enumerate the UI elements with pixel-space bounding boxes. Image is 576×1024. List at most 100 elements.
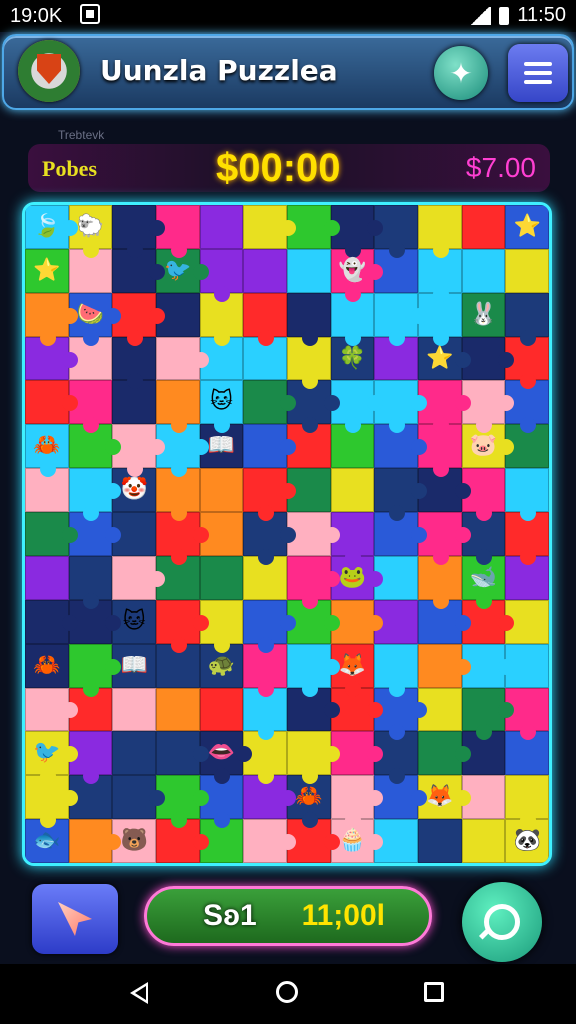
- puzzle-piece[interactable]: [243, 424, 296, 469]
- piece-picture-icon: 👄: [207, 740, 236, 766]
- puzzle-piece[interactable]: [25, 292, 78, 346]
- puzzle-piece[interactable]: [112, 775, 165, 820]
- menu-line: [524, 80, 552, 84]
- puzzle-piece[interactable]: [461, 205, 506, 249]
- puzzle-piece[interactable]: [156, 380, 200, 434]
- status-time: 19:0K: [10, 5, 63, 27]
- puzzle-knob: [389, 329, 406, 346]
- piece-picture-icon: 🦊: [338, 652, 367, 678]
- home-icon[interactable]: [276, 981, 298, 1003]
- puzzle-knob: [454, 483, 471, 500]
- puzzle-piece[interactable]: [287, 555, 340, 609]
- puzzle-knob: [279, 614, 296, 631]
- puzzle-piece[interactable]: [505, 248, 549, 293]
- puzzle-knob: [454, 395, 471, 412]
- puzzle-piece[interactable]: [156, 687, 200, 732]
- puzzle-piece[interactable]: [112, 731, 156, 776]
- puzzle-piece[interactable]: [243, 292, 287, 346]
- puzzle-piece[interactable]: [243, 380, 296, 425]
- puzzle-piece[interactable]: [156, 599, 209, 653]
- puzzle-knob: [410, 483, 427, 500]
- puzzle-piece[interactable]: [287, 292, 331, 346]
- piece-picture-icon: 🐢: [207, 652, 236, 678]
- hint-button[interactable]: [32, 884, 118, 954]
- puzzle-piece[interactable]: [461, 687, 515, 741]
- puzzle-piece[interactable]: [25, 555, 69, 600]
- puzzle-piece[interactable]: [156, 336, 209, 381]
- shield-logo-icon: [18, 40, 80, 102]
- puzzle-piece[interactable]: [418, 205, 462, 258]
- puzzle-piece[interactable]: [243, 248, 287, 293]
- search-icon: [484, 904, 520, 940]
- puzzle-piece[interactable]: [156, 731, 209, 776]
- puzzle-piece[interactable]: [243, 468, 296, 522]
- puzzle-knob: [170, 548, 187, 565]
- puzzle-piece[interactable]: [199, 687, 244, 732]
- puzzle-piece[interactable]: [112, 555, 165, 600]
- puzzle-piece[interactable]: [418, 731, 471, 776]
- search-button[interactable]: [462, 882, 542, 962]
- puzzle-piece[interactable]: [243, 205, 296, 249]
- puzzle-piece[interactable]: [330, 775, 384, 829]
- piece-picture-icon: 🍃: [33, 213, 61, 239]
- faint-label: Trebtevk: [58, 128, 105, 142]
- puzzle-knob: [410, 526, 427, 543]
- timer-pill: Sʚ1 11;00l: [144, 886, 432, 946]
- puzzle-piece[interactable]: [374, 468, 427, 522]
- navigation-bar: [0, 964, 576, 1024]
- piece-picture-icon: 🍀: [338, 345, 367, 371]
- recent-apps-icon[interactable]: [424, 982, 444, 1002]
- piece-picture-icon: 🐸: [338, 564, 367, 590]
- puzzle-piece[interactable]: [112, 687, 156, 732]
- menu-button[interactable]: [508, 44, 568, 102]
- puzzle-piece[interactable]: [199, 468, 244, 513]
- puzzle-piece[interactable]: [68, 555, 113, 609]
- score-label: Pobes: [42, 156, 97, 181]
- puzzle-knob: [279, 483, 296, 500]
- puzzle-piece[interactable]: [461, 248, 506, 293]
- puzzle-knob: [148, 219, 165, 236]
- puzzle-piece[interactable]: [199, 555, 244, 600]
- puzzle-piece[interactable]: [505, 775, 549, 829]
- puzzle-piece[interactable]: [68, 468, 122, 522]
- puzzle-piece[interactable]: [461, 819, 506, 863]
- puzzle-knob: [214, 329, 231, 346]
- puzzle-piece[interactable]: [505, 468, 549, 522]
- puzzle-piece[interactable]: [243, 819, 296, 863]
- puzzle-knob: [367, 614, 384, 631]
- puzzle-knob: [432, 461, 449, 478]
- puzzle-piece[interactable]: [25, 687, 78, 732]
- puzzle-piece[interactable]: [199, 205, 244, 249]
- sparkle-button[interactable]: ✦: [434, 46, 488, 100]
- timer-label: Sʚ1: [203, 899, 257, 932]
- puzzle-knob: [410, 307, 427, 324]
- prize-value: $7.00: [465, 152, 536, 183]
- puzzle-piece[interactable]: [68, 643, 122, 697]
- puzzle-knob: [454, 658, 471, 675]
- puzzle-piece[interactable]: [25, 380, 78, 425]
- puzzle-piece[interactable]: [68, 819, 122, 863]
- puzzle-piece[interactable]: [25, 599, 78, 644]
- puzzle-piece[interactable]: [243, 599, 296, 653]
- puzzle-piece[interactable]: [505, 292, 549, 346]
- puzzle-knob: [323, 526, 340, 543]
- piece-picture-icon: 🐋: [469, 564, 498, 590]
- puzzle-knob: [170, 461, 187, 478]
- puzzle-piece[interactable]: [25, 512, 78, 556]
- piece-picture-icon: 🐼: [513, 828, 541, 854]
- puzzle-piece[interactable]: [418, 819, 462, 863]
- puzzle-piece[interactable]: [374, 643, 418, 697]
- puzzle-piece[interactable]: [330, 468, 375, 513]
- puzzle-piece[interactable]: [374, 292, 427, 346]
- puzzle-piece[interactable]: [112, 205, 165, 258]
- score-bar: Pobes $00:00 $7.00: [28, 144, 550, 192]
- puzzle-knob: [454, 526, 471, 543]
- puzzle-board[interactable]: 🍃 🐑 ⭐ ⭐ 🐦 👻 🍉 🐰 🍀 ⭐ 🐱 🦀 📖 🐷 🤡 🐸 🐋 🐱 🦀 📖 🐢 🦊 🐦 👄 🦀 🦊 🐟 🐻 🧁 🐼: [22, 202, 552, 866]
- puzzle-piece[interactable]: [287, 731, 340, 785]
- puzzle-piece[interactable]: [418, 643, 471, 688]
- back-icon[interactable]: [130, 982, 148, 1004]
- puzzle-piece[interactable]: [287, 248, 331, 293]
- score-value: $00:00: [216, 146, 341, 190]
- puzzle-knob: [192, 526, 209, 543]
- puzzle-piece[interactable]: [287, 643, 340, 697]
